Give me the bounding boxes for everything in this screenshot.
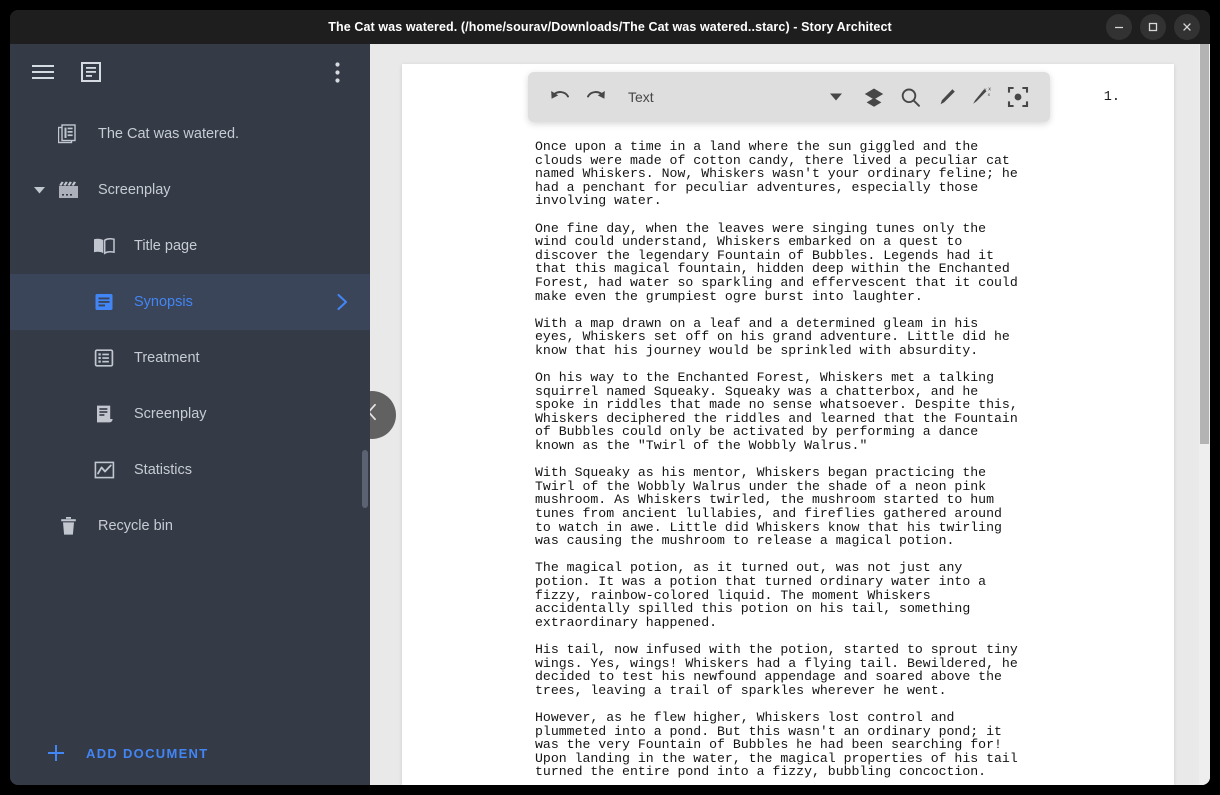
sidebar-item-label: Synopsis: [134, 294, 193, 310]
menu-icon[interactable]: [26, 55, 60, 89]
editor-area: Text x x x 1. Once upon a time in a land…: [370, 44, 1210, 785]
focus-mode-icon[interactable]: [1000, 80, 1036, 114]
sidebar-item-treatment[interactable]: Treatment: [10, 330, 370, 386]
collapse-panel-handle[interactable]: [370, 390, 396, 439]
script-icon: [92, 402, 116, 426]
magic-wand-icon[interactable]: x x x: [964, 80, 1000, 114]
sidebar-item-statistics[interactable]: Statistics: [10, 442, 370, 498]
sidebar-item-label: Statistics: [134, 462, 193, 478]
sidebar-item-label: Screenplay: [98, 182, 171, 198]
editor-scrollbar[interactable]: [1199, 44, 1210, 785]
sidebar-item-label: Recycle bin: [98, 518, 173, 534]
sidebar-item-synopsis[interactable]: Synopsis: [10, 274, 370, 330]
sidebar-item-label: Screenplay: [134, 406, 207, 422]
sidebar-toolbar: [10, 44, 370, 100]
sidebar-item-project[interactable]: The Cat was watered.: [10, 106, 370, 162]
sidebar-item-label: Treatment: [134, 350, 200, 366]
undo-icon[interactable]: [542, 80, 578, 114]
document-paragraph[interactable]: However, as he flew higher, Whiskers los…: [535, 711, 1174, 779]
plus-icon: [46, 743, 66, 763]
paragraph-style-value: Text: [628, 89, 654, 105]
add-document-button[interactable]: ADD DOCUMENT: [10, 721, 370, 785]
document-page[interactable]: 1. Once upon a time in a land where the …: [402, 64, 1174, 785]
document-paragraph[interactable]: The magical potion, as it turned out, wa…: [535, 561, 1174, 629]
close-button[interactable]: [1174, 14, 1200, 40]
document-paragraph[interactable]: With Squeaky as his mentor, Whiskers beg…: [535, 466, 1174, 548]
window-title: The Cat was watered. (/home/sourav/Downl…: [328, 20, 892, 34]
document-paragraph[interactable]: On his way to the Enchanted Forest, Whis…: [535, 371, 1174, 453]
sidebar-tree: The Cat was watered. Screenplay Title pa…: [10, 100, 370, 721]
sidebar-item-label: The Cat was watered.: [98, 126, 240, 142]
highlight-pen-icon[interactable]: [928, 80, 964, 114]
add-document-label: ADD DOCUMENT: [86, 745, 209, 761]
format-toolbar: Text x x x: [528, 72, 1050, 122]
synopsis-icon: [92, 290, 116, 314]
book-icon: [92, 234, 116, 258]
window-controls: [1106, 10, 1200, 44]
project-icon: [56, 122, 80, 146]
page-number: 1.: [1103, 90, 1120, 105]
chevron-down-icon: [830, 93, 842, 101]
chevron-down-icon[interactable]: [32, 183, 46, 197]
search-icon[interactable]: [892, 80, 928, 114]
svg-text:x: x: [988, 87, 991, 93]
redo-icon[interactable]: [578, 80, 614, 114]
minimize-button[interactable]: [1106, 14, 1132, 40]
layers-icon[interactable]: [856, 80, 892, 114]
sidebar-item-title-page[interactable]: Title page: [10, 218, 370, 274]
maximize-button[interactable]: [1140, 14, 1166, 40]
document-paragraph[interactable]: Once upon a time in a land where the sun…: [535, 140, 1174, 208]
svg-text:x: x: [988, 93, 991, 98]
more-vert-icon[interactable]: [320, 55, 354, 89]
sidebar-item-label: Title page: [134, 238, 198, 254]
sidebar: The Cat was watered. Screenplay Title pa…: [10, 44, 370, 785]
document-view-icon[interactable]: [74, 55, 108, 89]
sidebar-item-screenplay[interactable]: Screenplay: [10, 386, 370, 442]
trash-icon: [56, 514, 80, 538]
sidebar-item-recycle-bin[interactable]: Recycle bin: [10, 498, 370, 554]
app-window: The Cat was watered. (/home/sourav/Downl…: [10, 10, 1210, 785]
treatment-icon: [92, 346, 116, 370]
sidebar-item-screenplay-folder[interactable]: Screenplay: [10, 162, 370, 218]
chevron-right-icon[interactable]: [337, 293, 348, 311]
clapperboard-icon: [56, 178, 80, 202]
document-paragraph[interactable]: One fine day, when the leaves were singi…: [535, 221, 1174, 304]
document-text[interactable]: Once upon a time in a land where the sun…: [535, 140, 1174, 785]
editor-scrollbar-thumb[interactable]: [1200, 44, 1209, 444]
document-paragraph[interactable]: His tail, now infused with the potion, s…: [535, 643, 1174, 697]
chevron-left-icon: [370, 403, 378, 426]
sidebar-scrollbar[interactable]: [362, 450, 368, 508]
chart-icon: [92, 458, 116, 482]
main-content: The Cat was watered. Screenplay Title pa…: [10, 44, 1210, 785]
paragraph-style-select[interactable]: Text: [628, 80, 850, 114]
title-bar: The Cat was watered. (/home/sourav/Downl…: [10, 10, 1210, 44]
document-paragraph[interactable]: With a map drawn on a leaf and a determi…: [535, 316, 1174, 358]
